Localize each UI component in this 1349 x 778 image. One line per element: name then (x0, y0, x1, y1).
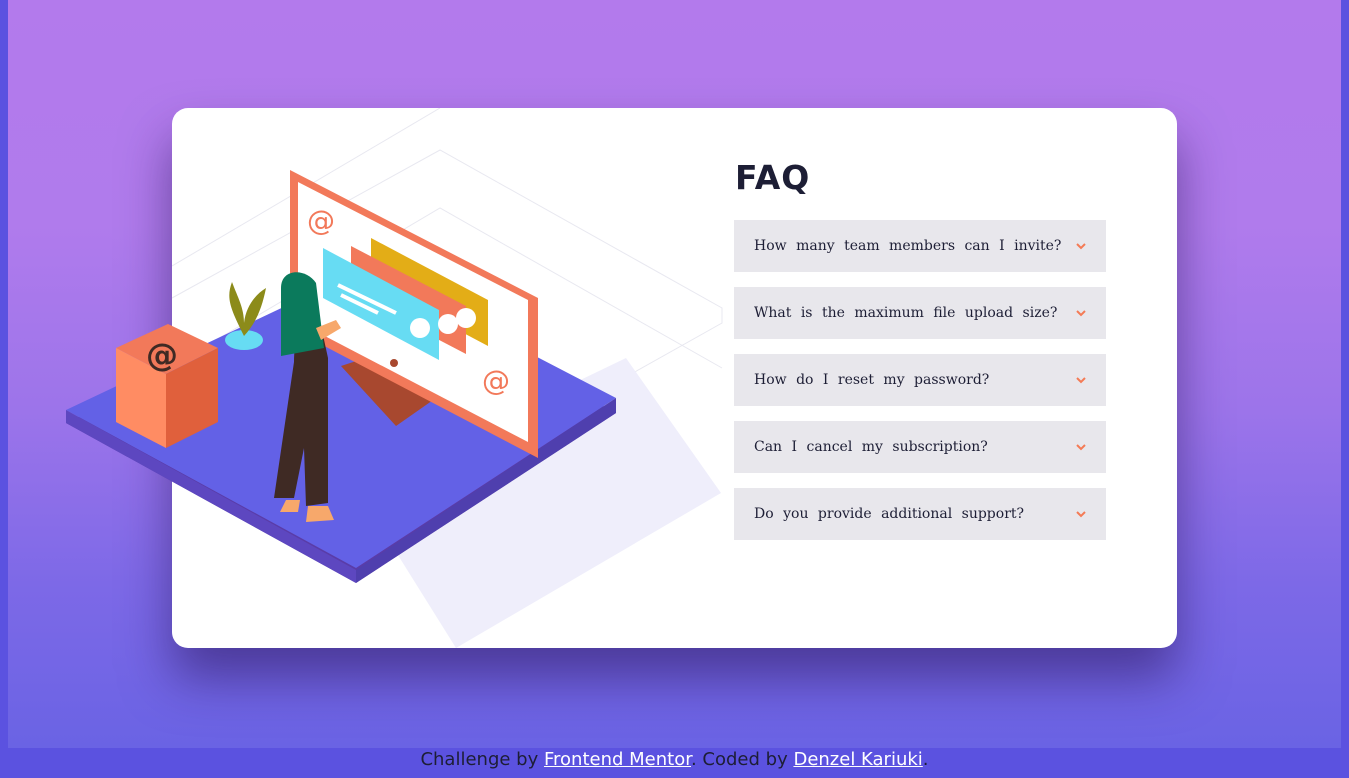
attribution-middle: . Coded by (690, 749, 794, 770)
chevron-down-icon (1076, 444, 1086, 451)
page-title: FAQ (735, 158, 811, 197)
chevron-down-icon (1076, 511, 1086, 518)
at-sign-icon: @ (482, 364, 510, 397)
illustration-woman-online: @ @ @ (66, 170, 721, 648)
faq-item-additional-support[interactable]: Do you provide additional support? (734, 488, 1106, 540)
faq-question: Do you provide additional support? (754, 506, 1025, 522)
chevron-down-icon (1076, 310, 1086, 317)
frontend-mentor-link[interactable]: Frontend Mentor (544, 749, 691, 770)
faq-item-reset-password[interactable]: How do I reset my password? (734, 354, 1106, 406)
faq-question: Can I cancel my subscription? (754, 439, 988, 455)
chevron-down-icon (1076, 243, 1086, 250)
at-sign-icon: @ (146, 336, 178, 374)
at-sign-icon: @ (307, 204, 335, 237)
faq-question: How many team members can I invite? (754, 238, 1062, 254)
chevron-down-icon (1076, 377, 1086, 384)
attribution-prefix: Challenge by (420, 749, 544, 770)
author-link[interactable]: Denzel Kariuki (793, 749, 922, 770)
faq-list: How many team members can I invite? What… (734, 220, 1106, 555)
faq-question: How do I reset my password? (754, 372, 990, 388)
attribution-suffix: . (922, 749, 929, 770)
faq-item-upload-size[interactable]: What is the maximum file upload size? (734, 287, 1106, 339)
faq-item-team-members[interactable]: How many team members can I invite? (734, 220, 1106, 272)
faq-question: What is the maximum file upload size? (754, 305, 1058, 321)
attribution-footer: Challenge by Frontend Mentor. Coded by D… (0, 748, 1349, 778)
faq-item-cancel-subscription[interactable]: Can I cancel my subscription? (734, 421, 1106, 473)
